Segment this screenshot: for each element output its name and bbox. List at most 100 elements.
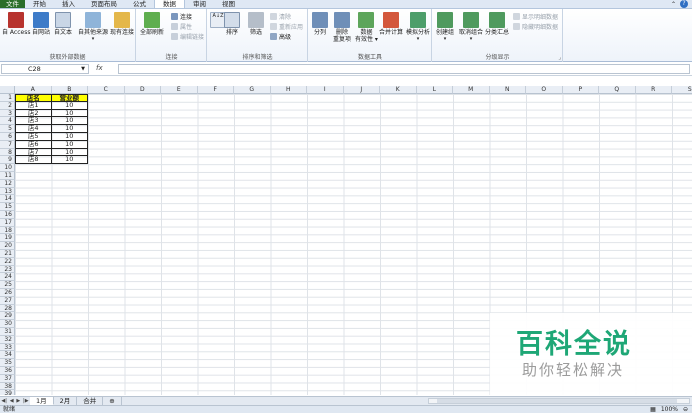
- scroll-thumb[interactable]: [437, 399, 677, 403]
- table-cell[interactable]: 10: [51, 133, 88, 141]
- column-header[interactable]: R: [635, 86, 672, 94]
- row-header[interactable]: 23: [0, 265, 15, 274]
- connections-button[interactable]: 连接: [171, 12, 192, 21]
- row-header[interactable]: 8: [0, 148, 15, 157]
- text-to-columns-button[interactable]: 分列: [312, 12, 328, 36]
- row-header[interactable]: 36: [0, 367, 15, 375]
- advanced-filter-button[interactable]: 高级: [270, 32, 291, 41]
- row-header[interactable]: 24: [0, 273, 15, 282]
- sort-button[interactable]: 排序: [224, 12, 240, 36]
- last-sheet-icon[interactable]: |▶: [23, 398, 29, 404]
- row-header[interactable]: 25: [0, 281, 15, 289]
- from-other-sources-button[interactable]: 自其他来源 ▾: [78, 12, 108, 43]
- row-header[interactable]: 39: [0, 390, 15, 395]
- dialog-launcher-icon[interactable]: ⌟: [558, 54, 561, 61]
- column-header[interactable]: J: [343, 86, 380, 94]
- row-header[interactable]: 22: [0, 257, 15, 266]
- column-header[interactable]: I: [307, 86, 344, 94]
- row-header[interactable]: 26: [0, 289, 15, 297]
- name-box[interactable]: C28 ▼: [1, 64, 89, 74]
- tab-view[interactable]: 视图: [214, 0, 243, 8]
- consolidate-button[interactable]: 合并计算: [379, 12, 403, 36]
- column-header[interactable]: A: [15, 86, 52, 94]
- edit-links-button[interactable]: 编辑链接: [171, 32, 204, 41]
- data-validation-button[interactable]: 数据 有效性 ▾: [355, 12, 378, 43]
- from-access-button[interactable]: 自 Access: [2, 12, 30, 36]
- row-header[interactable]: 5: [0, 125, 15, 133]
- filter-button[interactable]: 筛选: [248, 12, 264, 36]
- table-cell[interactable]: 10: [51, 140, 88, 149]
- column-header[interactable]: K: [380, 86, 417, 94]
- table-cell[interactable]: 10: [51, 109, 88, 118]
- row-header[interactable]: 20: [0, 242, 15, 250]
- table-cell[interactable]: 10: [51, 117, 88, 126]
- help-icon[interactable]: ?: [680, 0, 688, 8]
- tab-page-layout[interactable]: 页面布局: [83, 0, 125, 8]
- formula-input[interactable]: [118, 64, 690, 74]
- sheet-tab-1[interactable]: 1月: [30, 397, 54, 405]
- hide-detail-button[interactable]: 隐藏明细数据: [513, 22, 558, 31]
- prev-sheet-icon[interactable]: ◀: [10, 398, 14, 404]
- table-cell[interactable]: 店1: [15, 101, 52, 110]
- table-cell[interactable]: 10: [51, 148, 88, 157]
- column-header[interactable]: S: [672, 86, 692, 94]
- column-header[interactable]: N: [489, 86, 526, 94]
- tab-insert[interactable]: 插入: [54, 0, 83, 8]
- table-cell[interactable]: 店6: [15, 140, 52, 149]
- chevron-down-icon[interactable]: ▼: [81, 65, 85, 73]
- row-header[interactable]: 33: [0, 343, 15, 352]
- table-header-cell[interactable]: 店名: [15, 94, 52, 102]
- row-header[interactable]: 30: [0, 320, 15, 328]
- row-header[interactable]: 31: [0, 328, 15, 336]
- next-sheet-icon[interactable]: ▶: [16, 398, 20, 404]
- table-cell[interactable]: 店5: [15, 133, 52, 141]
- row-header[interactable]: 32: [0, 335, 15, 344]
- subtotal-button[interactable]: 分类汇总: [485, 12, 509, 36]
- row-header[interactable]: 2: [0, 101, 15, 110]
- column-header[interactable]: O: [526, 86, 563, 94]
- table-cell[interactable]: 店8: [15, 156, 52, 165]
- row-header[interactable]: 27: [0, 296, 15, 305]
- row-header[interactable]: 6: [0, 133, 15, 141]
- row-header[interactable]: 18: [0, 226, 15, 235]
- column-header[interactable]: F: [197, 86, 234, 94]
- show-detail-button[interactable]: 显示明细数据: [513, 12, 558, 21]
- row-header[interactable]: 29: [0, 312, 15, 321]
- table-cell[interactable]: 店4: [15, 125, 52, 133]
- column-header[interactable]: L: [416, 86, 453, 94]
- row-header[interactable]: 9: [0, 156, 15, 165]
- table-cell[interactable]: 10: [51, 125, 88, 133]
- row-header[interactable]: 7: [0, 140, 15, 149]
- tab-home[interactable]: 开始: [25, 0, 54, 8]
- row-header[interactable]: 1: [0, 94, 15, 102]
- column-header[interactable]: B: [51, 86, 88, 94]
- insert-function-icon[interactable]: fx: [96, 64, 103, 72]
- row-header[interactable]: 35: [0, 359, 15, 367]
- column-header[interactable]: D: [124, 86, 161, 94]
- sheet-tab-3[interactable]: 合并: [77, 397, 104, 405]
- row-header[interactable]: 38: [0, 382, 15, 391]
- ungroup-button[interactable]: 取消组合 ▾: [459, 12, 483, 43]
- row-header[interactable]: 4: [0, 117, 15, 126]
- page-view-icon[interactable]: ▦: [650, 406, 656, 413]
- row-header[interactable]: 37: [0, 374, 15, 383]
- row-header[interactable]: 10: [0, 164, 15, 172]
- column-header[interactable]: H: [270, 86, 307, 94]
- row-header[interactable]: 34: [0, 351, 15, 360]
- clear-filter-button[interactable]: 清除: [270, 12, 291, 21]
- column-header[interactable]: E: [161, 86, 198, 94]
- first-sheet-icon[interactable]: ◀|: [1, 398, 7, 404]
- existing-connections-button[interactable]: 现有连接: [110, 12, 134, 36]
- column-header[interactable]: C: [88, 86, 125, 94]
- table-cell[interactable]: 店3: [15, 117, 52, 126]
- minimize-ribbon-icon[interactable]: ⌃: [671, 1, 676, 8]
- from-text-button[interactable]: 自文本: [54, 12, 72, 36]
- remove-duplicates-button[interactable]: 删除 重复项: [333, 12, 351, 43]
- tab-formulas[interactable]: 公式: [125, 0, 154, 8]
- table-header-cell[interactable]: 营业额: [51, 94, 88, 102]
- column-header[interactable]: P: [562, 86, 599, 94]
- row-header[interactable]: 13: [0, 187, 15, 196]
- column-header[interactable]: G: [234, 86, 271, 94]
- column-header[interactable]: Q: [599, 86, 636, 94]
- tab-data[interactable]: 数据: [154, 0, 185, 8]
